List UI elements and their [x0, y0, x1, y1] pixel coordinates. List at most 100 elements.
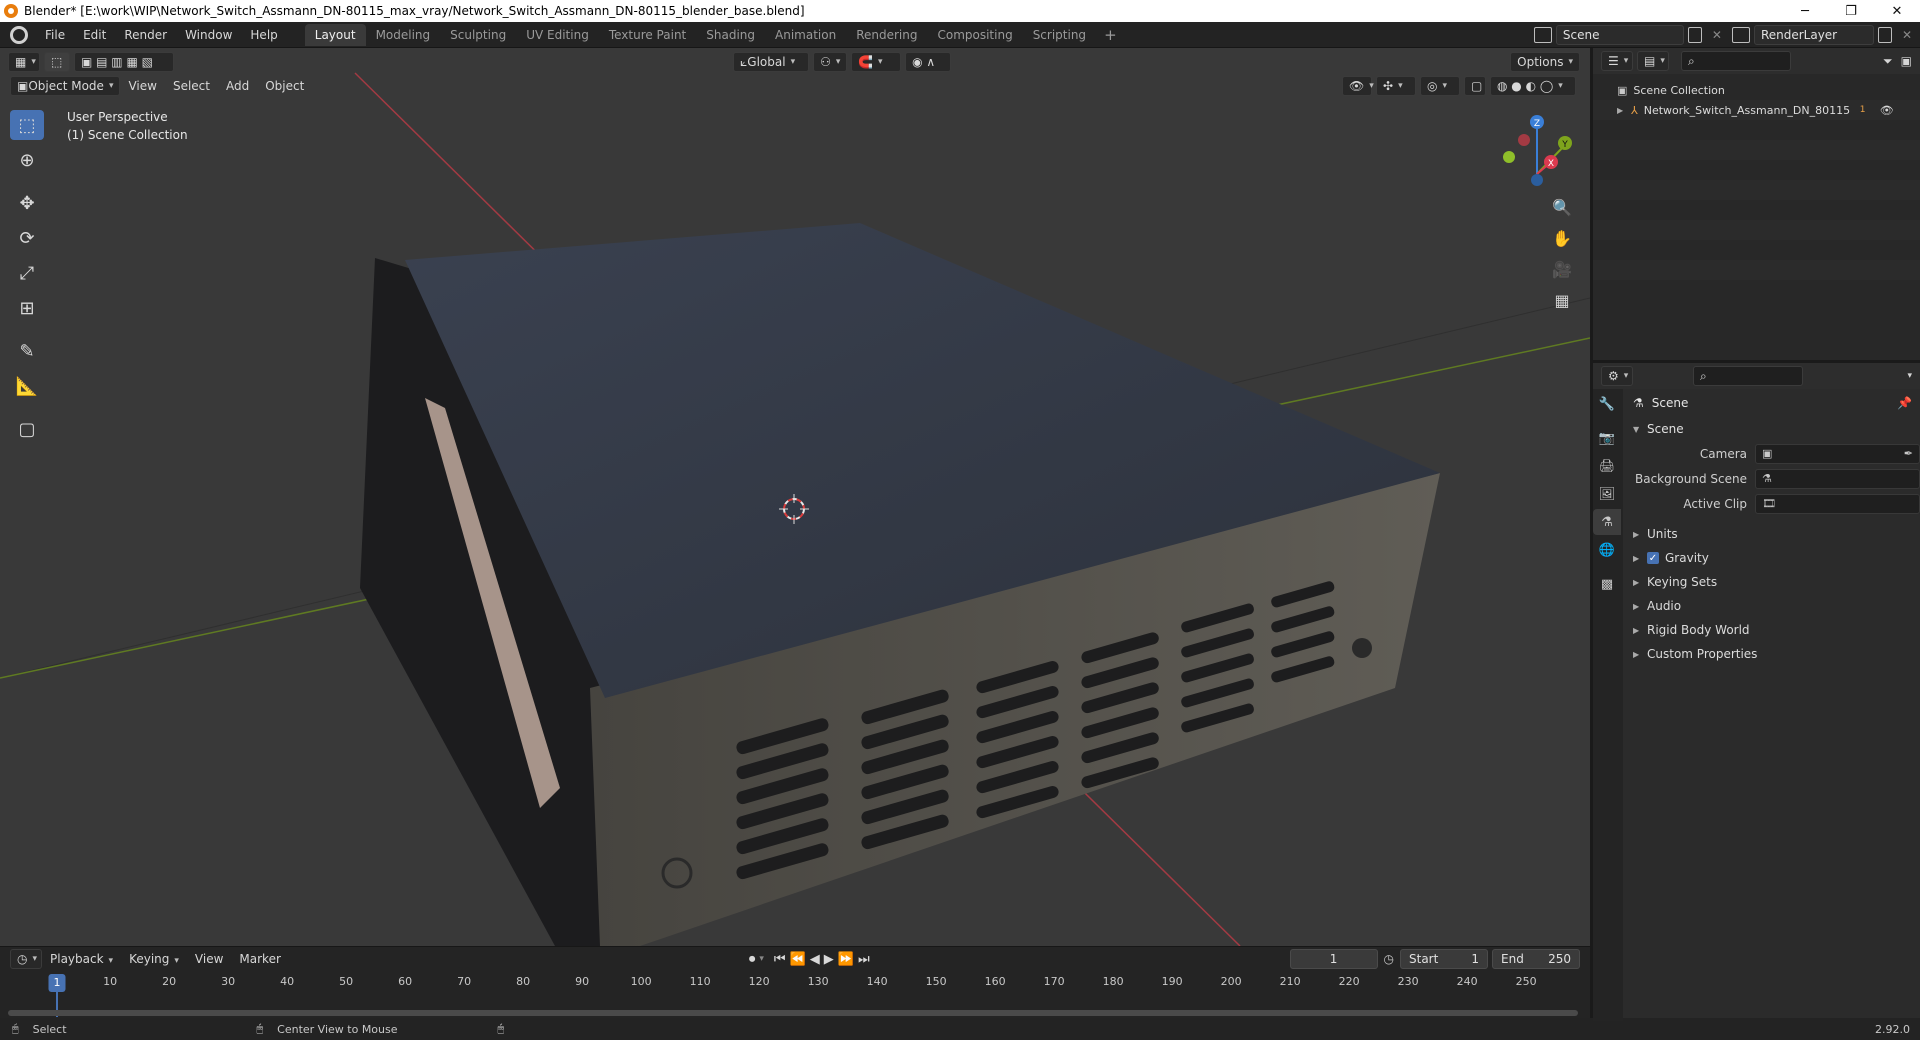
pin-icon[interactable]: 📌 [1897, 396, 1912, 410]
menu-help[interactable]: Help [241, 22, 286, 48]
3d-viewport[interactable]: Z Y X ▦ ▾ ⬚ ▣ ▤ ▥ ▦ ▧ ⟀ Global ▾ ⚇ ▾ 🧲 ▾ ◉ ∧… [0, 48, 1590, 946]
rigid-body-world-panel[interactable]: ▶ Rigid Body World [1623, 618, 1920, 642]
pan-hand-icon[interactable]: ✋ [1548, 224, 1576, 252]
navigation-gizmo[interactable]: Z Y X [1503, 115, 1572, 186]
tab-layout[interactable]: Layout [304, 23, 366, 46]
camera-field[interactable]: ▣ ✒ [1755, 443, 1920, 464]
current-frame-field[interactable]: 1 [1289, 949, 1378, 969]
shading-mode-buttons[interactable]: ◍ ● ◐ ◯ ▾ [1490, 76, 1576, 96]
menu-window[interactable]: Window [176, 22, 241, 48]
tab-shading[interactable]: Shading [696, 24, 765, 46]
menu-select[interactable]: Select [165, 79, 218, 93]
outliner-search-input[interactable]: ⌕ [1681, 51, 1791, 71]
pivot-point-icon[interactable]: ⚇ ▾ [813, 52, 848, 72]
menu-marker[interactable]: Marker [231, 952, 288, 966]
tab-compositing[interactable]: Compositing [927, 24, 1022, 46]
menu-render[interactable]: Render [115, 22, 176, 48]
rotate-tool-icon[interactable]: ⟳ [10, 223, 44, 253]
world-tab-icon[interactable]: 🌐 [1593, 537, 1621, 563]
active-clip-field[interactable]: 🎞 [1755, 493, 1920, 514]
menu-edit[interactable]: Edit [74, 22, 115, 48]
tab-sculpting[interactable]: Sculpting [440, 24, 516, 46]
annotate-tool-icon[interactable]: ✎ [10, 336, 44, 366]
view-layer-icon[interactable] [1731, 27, 1750, 43]
cursor-tool-icon[interactable]: ⊕ [10, 145, 44, 175]
render-tab-icon[interactable]: 📷 [1593, 425, 1621, 451]
transform-tool-icon[interactable]: ⊞ [10, 293, 44, 323]
gravity-checkbox[interactable]: ✓ [1647, 552, 1659, 564]
menu-file[interactable]: File [36, 22, 74, 48]
scene-selector[interactable]: Scene [1555, 25, 1684, 45]
tab-rendering[interactable]: Rendering [846, 24, 927, 46]
options-dropdown[interactable]: Options ▾ [1510, 52, 1580, 72]
add-workspace-button[interactable]: + [1096, 26, 1125, 44]
timeline-scrollbar[interactable] [8, 1010, 1578, 1016]
close-button[interactable]: ✕ [1874, 0, 1920, 22]
menu-object[interactable]: Object [257, 79, 312, 93]
filter-icon[interactable]: ⏷ [1883, 54, 1893, 69]
playback-controls[interactable]: ⏮⏪◀▶⏩⏭ [774, 952, 874, 967]
snap-icon[interactable]: 🧲 ▾ [851, 52, 902, 72]
select-box-tool-icon[interactable]: ⬚ [44, 52, 70, 72]
move-tool-icon[interactable]: ✥ [10, 188, 44, 218]
outliner-scene-collection[interactable]: ▣ Scene Collection [1593, 80, 1920, 100]
background-scene-field[interactable]: ⚗ [1755, 468, 1920, 489]
restore-button[interactable]: ❐ [1828, 0, 1874, 22]
properties-editor[interactable]: ⚙ ▾ ⌕ ▾ 🔧 📷 🖨 🖼 ⚗ 🌐 ▩ ⚗ Scene 📌 ▼ Scene C… [1590, 360, 1920, 1021]
custom-properties-panel[interactable]: ▶ Custom Properties [1623, 642, 1920, 666]
selection-mode-buttons[interactable]: ▣ ▤ ▥ ▦ ▧ [74, 52, 174, 72]
camera-view-icon[interactable]: 🎥 [1548, 255, 1576, 283]
zoom-icon[interactable]: 🔍 [1548, 193, 1576, 221]
expand-arrow-icon[interactable]: ▶ [1617, 106, 1631, 115]
display-mode-icon[interactable]: ▤ ▾ [1637, 51, 1669, 71]
tool-tab-icon[interactable]: 🔧 [1593, 391, 1621, 417]
renderlayer-selector[interactable]: RenderLayer [1753, 25, 1874, 45]
units-panel[interactable]: ▶ Units [1623, 522, 1920, 546]
outliner-editor-type-icon[interactable]: ☰ ▾ [1601, 51, 1633, 71]
gizmo-toggle-icon[interactable]: ✣ ▾ [1376, 76, 1416, 96]
scene-tab-icon[interactable]: ⚗ [1593, 509, 1621, 535]
menu-add[interactable]: Add [218, 79, 257, 93]
preview-range-icon[interactable]: ◷ [1384, 952, 1394, 966]
xray-toggle-icon[interactable]: ▢ [1464, 76, 1486, 96]
delete-scene-icon[interactable]: ✕ [1706, 28, 1728, 42]
output-tab-icon[interactable]: 🖨 [1593, 453, 1621, 479]
tab-scripting[interactable]: Scripting [1023, 24, 1096, 46]
minimize-button[interactable]: ─ [1782, 0, 1828, 22]
menu-view[interactable]: View [120, 79, 164, 93]
eyedropper-icon[interactable]: ✒ [1904, 447, 1913, 460]
gizmo-neg-y[interactable] [1503, 151, 1515, 163]
delete-layer-icon[interactable]: ✕ [1896, 28, 1920, 42]
scene-panel-header[interactable]: ▼ Scene [1623, 417, 1920, 441]
gizmo-neg-x[interactable] [1518, 134, 1530, 146]
start-frame-field[interactable]: Start 1 [1400, 949, 1488, 969]
add-cube-tool-icon[interactable]: ▢ [10, 414, 44, 444]
select-tool-icon[interactable]: ⬚ [10, 110, 44, 140]
gravity-panel[interactable]: ▶ ✓ Gravity [1623, 546, 1920, 570]
transform-orientation-dropdown[interactable]: ⟀ Global ▾ [733, 52, 810, 72]
outliner-editor[interactable]: ☰ ▾ ▤ ▾ ⌕ ⏷ ▣ ▣ Scene Collection ▶ ⅄ Netwo… [1590, 48, 1920, 360]
properties-search-input[interactable]: ⌕ [1693, 366, 1803, 386]
new-scene-icon[interactable] [1687, 27, 1702, 43]
tab-modeling[interactable]: Modeling [366, 24, 441, 46]
menu-timeline-view[interactable]: View [187, 952, 231, 966]
timeline-editor[interactable]: ◷ ▾ Playback ▾ Keying ▾ View Marker ⏺ ▾ ⏮⏪◀… [0, 946, 1590, 1018]
outliner-item-network-switch[interactable]: ▶ ⅄ Network_Switch_Assmann_DN_80115 1 👁 [1593, 100, 1920, 120]
audio-panel[interactable]: ▶ Audio [1623, 594, 1920, 618]
tab-uv-editing[interactable]: UV Editing [516, 24, 599, 46]
keying-sets-panel[interactable]: ▶ Keying Sets [1623, 570, 1920, 594]
timeline-current-frame-marker[interactable]: 1 [48, 974, 66, 992]
menu-playback[interactable]: Playback ▾ [42, 952, 121, 966]
tab-animation[interactable]: Animation [765, 24, 846, 46]
timeline-editor-type-icon[interactable]: ◷ ▾ [10, 949, 42, 969]
tab-texture-paint[interactable]: Texture Paint [599, 24, 696, 46]
timeline-ruler[interactable]: 1 10 20 30 40 50 60 70 80 90 100 110 120 130 140 150 16… [0, 973, 1590, 993]
texture-tab-icon[interactable]: ▩ [1593, 571, 1621, 597]
gizmo-neg-z[interactable] [1531, 174, 1543, 186]
visibility-eye-icon[interactable]: 👁 [1880, 104, 1894, 117]
end-frame-field[interactable]: End 250 [1492, 949, 1580, 969]
mode-dropdown[interactable]: ▣ Object Mode ▾ [10, 76, 121, 96]
record-keyframe-icon[interactable]: ⏺ [749, 952, 756, 967]
chevron-down-icon[interactable]: ▾ [1907, 371, 1912, 381]
visibility-icon[interactable]: 👁 ▾ [1342, 76, 1374, 96]
